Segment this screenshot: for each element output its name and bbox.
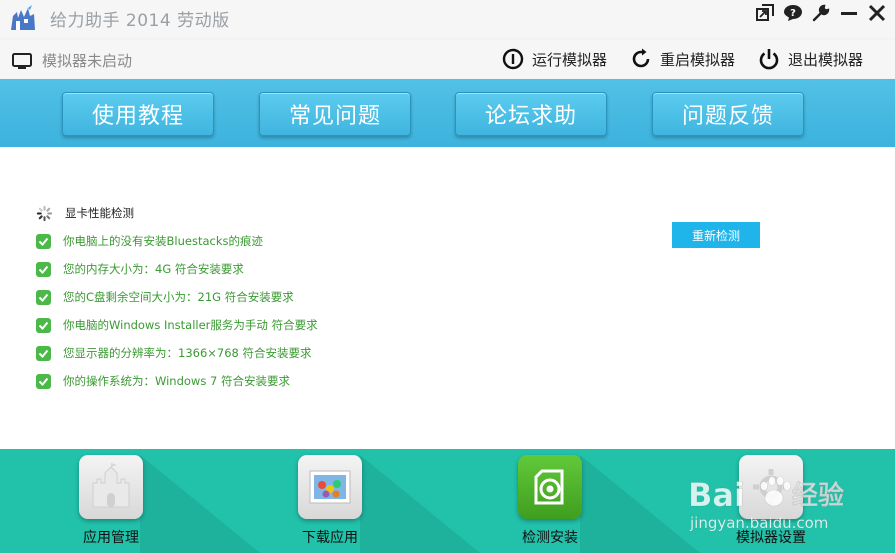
checkmark-icon <box>36 373 51 389</box>
svg-text:?: ? <box>790 8 796 19</box>
tab-forum-help[interactable]: 论坛求助 <box>455 92 607 136</box>
exit-emulator-button[interactable]: 退出模拟器 <box>758 48 863 70</box>
emulator-status-text: 模拟器未启动 <box>42 52 133 70</box>
check-header-row: 显卡性能检测 <box>36 199 318 227</box>
minimize-icon[interactable] <box>839 3 859 23</box>
check-header-text: 显卡性能检测 <box>65 206 134 220</box>
check-item-text: 你电脑的Windows Installer服务为手动 符合要求 <box>63 318 318 332</box>
emulator-status-row: 模拟器未启动 运行模拟器 重启模拟器 退出模拟器 <box>0 40 895 78</box>
check-item-text: 你电脑上的没有安装Bluestacks的痕迹 <box>63 234 263 248</box>
app-management-button[interactable]: 应用管理 <box>56 455 166 551</box>
toolbar-label: 应用管理 <box>83 530 139 546</box>
close-icon[interactable] <box>867 3 887 23</box>
checkmark-icon <box>36 345 51 361</box>
power-icon <box>759 49 779 70</box>
check-item-text: 您的内存大小为：4G 符合安装要求 <box>63 262 244 276</box>
toolbar-label: 检测安装 <box>522 530 578 546</box>
app-logo-icon <box>8 4 38 32</box>
check-item-text: 您显示器的分辨率为：1366×768 符合安装要求 <box>63 346 312 360</box>
tab-faq[interactable]: 常见问题 <box>259 92 411 136</box>
check-list: 显卡性能检测 你电脑上的没有安装Bluestacks的痕迹 您的内存大小为：4G… <box>36 199 318 395</box>
checkmark-icon <box>36 233 51 249</box>
restart-emulator-button[interactable]: 重启模拟器 <box>630 48 735 70</box>
download-photo-icon <box>298 455 362 519</box>
run-emulator-button[interactable]: 运行模拟器 <box>502 48 607 70</box>
check-panel: 显卡性能检测 你电脑上的没有安装Bluestacks的痕迹 您的内存大小为：4G… <box>0 147 895 449</box>
recheck-button[interactable]: 重新检测 <box>672 222 760 248</box>
help-banner: 使用教程 常见问题 论坛求助 问题反馈 <box>0 79 895 147</box>
emulator-settings-icon <box>739 455 803 519</box>
emulator-status: 模拟器未启动 <box>12 50 132 71</box>
check-item: 您的内存大小为：4G 符合安装要求 <box>36 255 318 283</box>
emulator-settings-button[interactable]: 模拟器设置 <box>716 455 826 551</box>
info-circle-icon <box>502 48 524 70</box>
window-controls: ? <box>755 2 887 24</box>
loading-spinner-icon <box>36 205 53 221</box>
tab-feedback[interactable]: 问题反馈 <box>652 92 804 136</box>
monitor-icon <box>12 52 32 69</box>
app-title: 给力助手 2014 劳动版 <box>50 11 230 31</box>
check-item: 您的C盘剩余空间大小为：21G 符合安装要求 <box>36 283 318 311</box>
download-apps-button[interactable]: 下载应用 <box>275 455 385 551</box>
checkmark-icon <box>36 289 51 305</box>
detect-install-button[interactable]: 检测安装 <box>495 455 605 551</box>
restore-icon[interactable] <box>755 3 775 23</box>
toolbar-label: 下载应用 <box>302 530 358 546</box>
wrench-icon[interactable] <box>811 3 831 23</box>
bottom-toolbar: 应用管理 下载应用 检测安装 模拟器设置 <box>0 449 895 553</box>
detect-install-icon <box>518 455 582 519</box>
check-item-text: 您的C盘剩余空间大小为：21G 符合安装要求 <box>63 290 294 304</box>
refresh-icon <box>632 48 650 68</box>
feedback-bubble-icon[interactable]: ? <box>783 3 803 23</box>
title-bar: 给力助手 2014 劳动版 ? <box>0 0 895 38</box>
tab-tutorial[interactable]: 使用教程 <box>62 92 214 136</box>
checkmark-icon <box>36 261 51 277</box>
check-item-text: 你的操作系统为：Windows 7 符合安装要求 <box>63 374 290 388</box>
check-item: 你电脑的Windows Installer服务为手动 符合要求 <box>36 311 318 339</box>
check-item: 你的操作系统为：Windows 7 符合安装要求 <box>36 367 318 395</box>
toolbar-label: 模拟器设置 <box>736 530 806 546</box>
checkmark-icon <box>36 317 51 333</box>
castle-app-icon <box>79 455 143 519</box>
check-item: 您显示器的分辨率为：1366×768 符合安装要求 <box>36 339 318 367</box>
check-item: 你电脑上的没有安装Bluestacks的痕迹 <box>36 227 318 255</box>
